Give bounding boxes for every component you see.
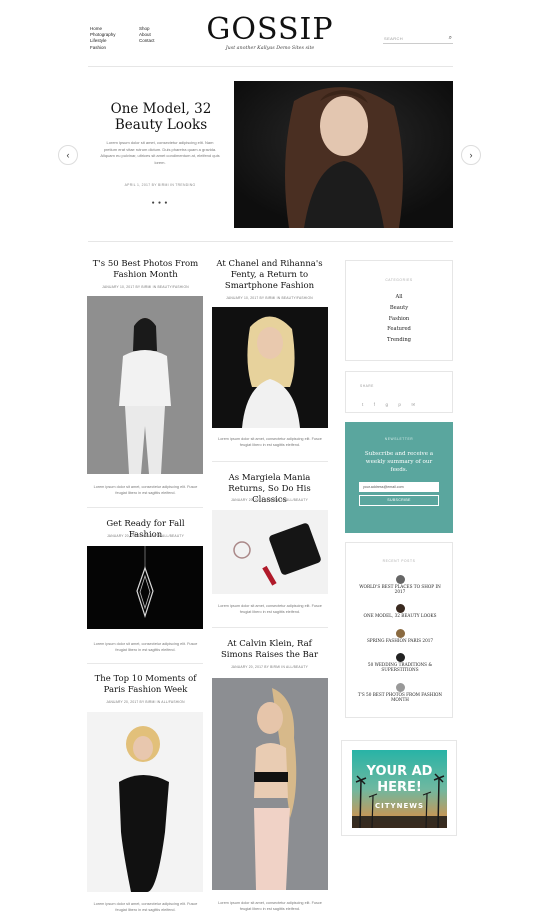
search-placeholder: SEARCH [384, 36, 404, 41]
post-image-3[interactable] [87, 546, 203, 629]
post-separator [212, 461, 328, 462]
slider-prev-button[interactable]: ‹ [58, 145, 78, 165]
post-excerpt-5: Lorem ipsum dolor sit amet, consectetur … [93, 902, 198, 912]
recent-post-thumb [395, 604, 405, 613]
post-excerpt-3: Lorem ipsum dolor sit amet, consectetur … [93, 642, 198, 652]
post-title-2[interactable]: At Chanel and Rihanna's Fenty, a Return … [211, 259, 328, 292]
post-meta-1: JANUARY 10, 2017 BY BIRMI IN BEAUTY/FASH… [102, 285, 189, 289]
share-icons: t f g p ✉ [362, 393, 421, 411]
facebook-icon[interactable]: f [374, 402, 375, 407]
recent-post-title: SPRING FASHION PARIS 2017 [366, 638, 434, 643]
post-separator [87, 507, 203, 508]
category-beauty[interactable]: Beauty [346, 303, 452, 314]
google-icon[interactable]: g [385, 402, 388, 407]
post-excerpt-4: Lorem ipsum dolor sit amet, consectetur … [218, 604, 322, 614]
newsletter-widget: NEWSLETTER Subscribe and receive a weekl… [345, 422, 453, 533]
recent-post-item[interactable]: ONE MODEL, 32 BEAUTY LOOKS [356, 604, 444, 618]
slider-excerpt: Lorem ipsum dolor sit amet, consectetur … [100, 140, 220, 165]
search-input[interactable]: SEARCH ⌕ [383, 35, 453, 44]
post-meta-2: JANUARY 10, 2017 BY BIRMI IN BEAUTY/FASH… [226, 296, 313, 300]
post-title-1[interactable]: T's 50 Best Photos From Fashion Month [90, 259, 201, 281]
post-meta-3: JANUARY 20, 2017 BY BIRMI IN ALL/BEAUTY [106, 534, 185, 538]
post-separator [87, 663, 203, 664]
recent-post-thumb [395, 683, 405, 692]
recent-post-title: WORLD'S BEST PLACES TO SHOP IN 2017 [359, 584, 441, 595]
post-image-2[interactable] [212, 307, 328, 428]
recent-post-item[interactable]: WORLD'S BEST PLACES TO SHOP IN 2017 [356, 575, 444, 595]
ad-text-line2: HERE! [377, 780, 422, 795]
post-meta-5: JANUARY 20, 2017 BY BIRMI IN ALL/FASHION [106, 700, 185, 704]
pinterest-icon[interactable]: p [398, 402, 401, 407]
post-meta-6: JANUARY 20, 2017 BY BIRMI IN ALL/BEAUTY [230, 665, 309, 669]
header-divider [88, 66, 453, 67]
post-image-1[interactable] [87, 296, 203, 474]
slider-next-button[interactable]: › [461, 145, 481, 165]
slider-dots[interactable]: ● ● ● [150, 200, 170, 206]
recent-posts-widget: RECENT POSTS WORLD'S BEST PLACES TO SHOP… [345, 542, 453, 718]
categories-widget: CATEGORIES All Beauty Fashion Featured T… [345, 260, 453, 361]
post-image-5[interactable] [87, 712, 203, 892]
main-nav-right: Shop About Contact [139, 26, 179, 45]
post-excerpt-2: Lorem ipsum dolor sit amet, consectetur … [218, 437, 322, 447]
newsletter-title: Subscribe and receive a weekly summary o… [364, 451, 434, 473]
twitter-icon[interactable]: t [362, 402, 363, 407]
subscribe-button[interactable]: SUBSCRIBE [359, 495, 439, 506]
recent-post-item[interactable]: SPRING FASHION PARIS 2017 [356, 629, 444, 643]
post-excerpt-6: Lorem ipsum dolor sit amet, consectetur … [218, 901, 322, 911]
mail-icon[interactable]: ✉ [411, 402, 415, 408]
post-title-5[interactable]: The Top 10 Moments of Paris Fashion Week [90, 674, 201, 696]
nav-item-fashion[interactable]: Fashion [90, 45, 130, 51]
category-fashion[interactable]: Fashion [346, 314, 452, 325]
slider-image[interactable] [234, 81, 453, 228]
chevron-left-icon: ‹ [66, 150, 70, 160]
slider-divider [88, 241, 453, 242]
recent-post-item[interactable]: T'S 50 BEST PHOTOS FROM FASHION MONTH [356, 683, 444, 703]
nav-item-contact[interactable]: Contact [139, 38, 179, 44]
site-tagline: Just another Kallyas Demo Sites site [225, 46, 315, 51]
category-trending[interactable]: Trending [346, 335, 452, 346]
post-title-6[interactable]: At Calvin Klein, Raf Simons Raises the B… [211, 639, 328, 661]
newsletter-heading: NEWSLETTER [384, 437, 414, 441]
slider-title[interactable]: One Model, 32 Beauty Looks [95, 101, 227, 133]
post-image-4[interactable] [212, 510, 328, 594]
share-widget: SHARE t f g p ✉ [345, 371, 453, 413]
post-excerpt-1: Lorem ipsum dolor sit amet, consectetur … [93, 485, 198, 495]
share-heading: SHARE [360, 384, 374, 388]
recent-post-thumb [395, 629, 405, 638]
category-featured[interactable]: Featured [346, 324, 452, 335]
newsletter-email-input[interactable]: your.address@email.com [359, 482, 439, 492]
category-all[interactable]: All [346, 292, 452, 303]
main-nav-left: Home Photography Lifestyle Fashion [90, 26, 130, 51]
recent-post-thumb [395, 575, 405, 584]
post-meta-4: JANUARY 20, 2017 BY BIRMI IN ALL/BEAUTY [230, 498, 309, 502]
search-icon[interactable]: ⌕ [449, 35, 452, 42]
site-logo[interactable]: GOSSIP [190, 12, 350, 47]
ad-widget: YOUR AD HERE! CITYNEWS [341, 740, 457, 836]
recent-posts-heading: RECENT POSTS [382, 559, 416, 563]
ad-text-line1: YOUR AD [366, 764, 433, 779]
slider-meta: APRIL 1, 2017 BY BIRMI IN TRENDING [124, 183, 196, 187]
categories-heading: CATEGORIES [385, 278, 413, 282]
recent-post-thumb [395, 653, 405, 662]
recent-post-title: 50 WEDDING TRADITIONS & SUPERSTITIONS [367, 662, 433, 673]
post-image-6[interactable] [212, 678, 328, 890]
recent-post-title: ONE MODEL, 32 BEAUTY LOOKS [363, 613, 437, 618]
chevron-right-icon: › [469, 150, 473, 160]
recent-post-item[interactable]: 50 WEDDING TRADITIONS & SUPERSTITIONS [356, 653, 444, 673]
ad-brand: CITYNEWS [375, 802, 424, 810]
ad-banner[interactable]: YOUR AD HERE! CITYNEWS [352, 750, 447, 828]
post-separator [212, 627, 328, 628]
recent-post-title: T'S 50 BEST PHOTOS FROM FASHION MONTH [357, 692, 443, 703]
